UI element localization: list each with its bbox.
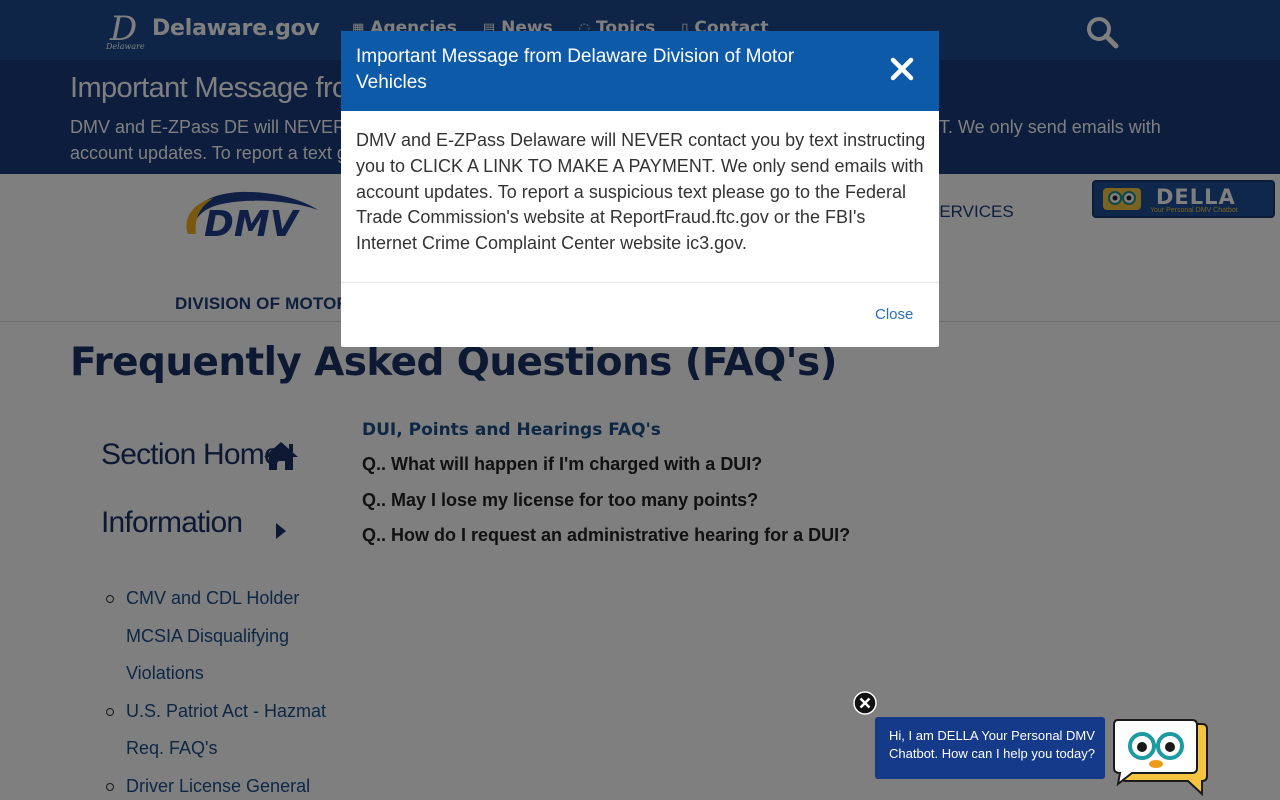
modal-header: Important Message from Delaware Division… (341, 31, 939, 111)
della-avatar-icon[interactable] (1112, 718, 1208, 796)
chat-close-icon[interactable] (853, 691, 877, 715)
close-icon[interactable] (889, 56, 915, 82)
modal-title: Important Message from Delaware Division… (356, 46, 795, 93)
modal-close-button[interactable]: Close (875, 306, 913, 323)
chatbot-greeting[interactable]: Hi, I am DELLA Your Personal DMV Chatbot… (875, 717, 1105, 779)
important-message-modal: Important Message from Delaware Division… (341, 31, 939, 347)
modal-body: DMV and E-ZPass Delaware will NEVER cont… (356, 130, 926, 254)
modal-divider (341, 282, 939, 283)
